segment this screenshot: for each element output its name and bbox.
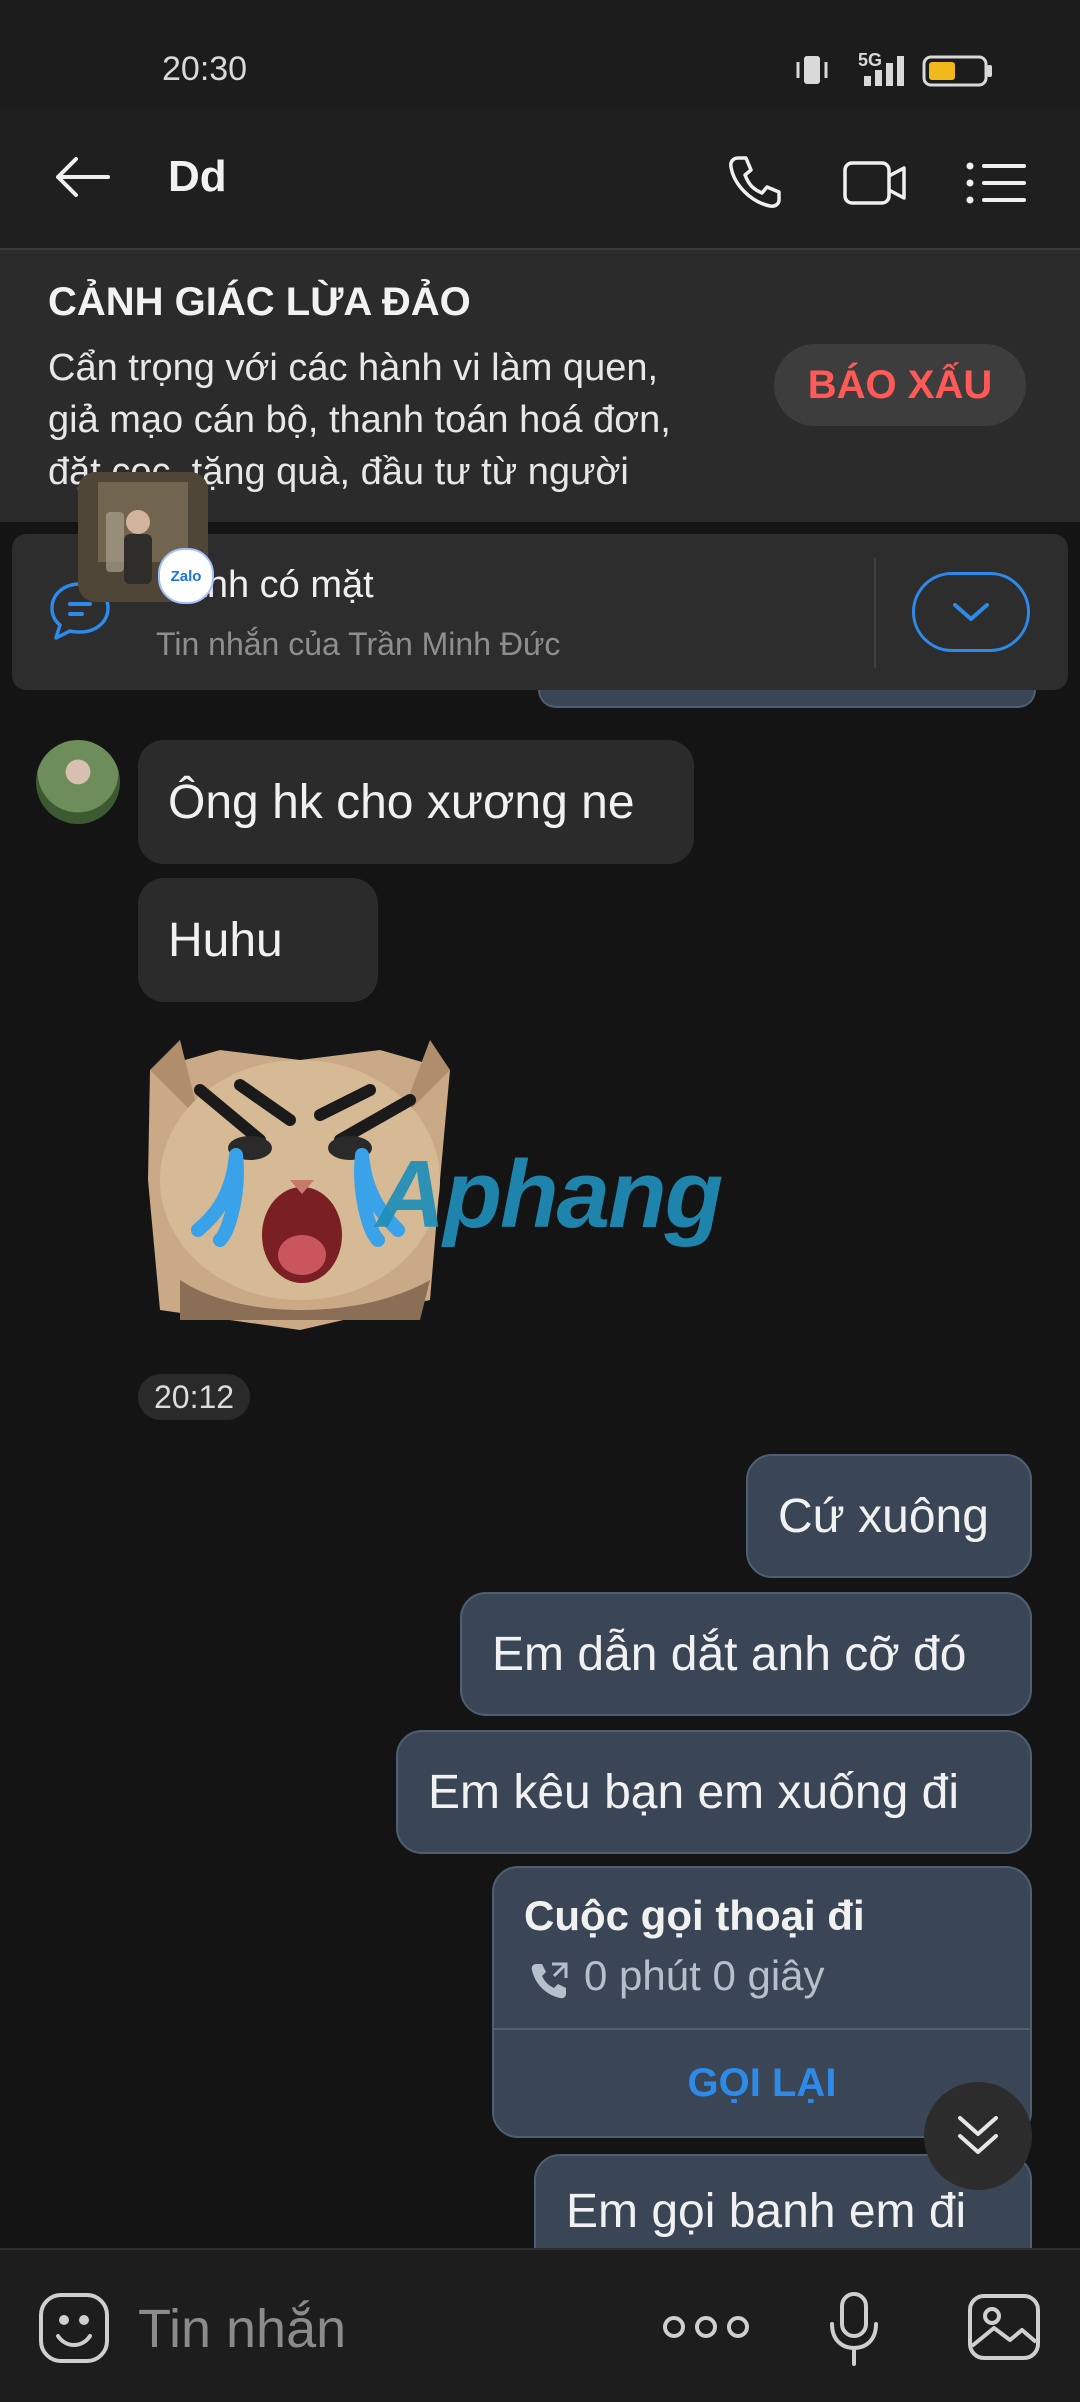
- zalo-badge: Zalo: [158, 548, 214, 604]
- double-chevron-down-icon: [958, 2116, 998, 2154]
- chat-header: Dd: [0, 108, 1080, 250]
- incoming-message[interactable]: Ông hk cho xương ne: [138, 740, 694, 864]
- outgoing-message[interactable]: Em kêu bạn em xuống đi: [396, 1730, 1032, 1854]
- status-bar: 20:30 5G: [0, 0, 1080, 108]
- video-call-icon[interactable]: [842, 158, 908, 208]
- warning-line: giả mạo cán bộ, thanh toán hoá đơn,: [48, 399, 671, 441]
- incoming-message[interactable]: Huhu: [138, 878, 378, 1002]
- call-duration: 0 phút 0 giây: [584, 1952, 825, 1999]
- expand-pinned-button[interactable]: [912, 572, 1030, 652]
- call-title: Cuộc gọi thoại đi: [524, 1892, 865, 1939]
- battery-icon: [922, 55, 992, 87]
- microphone-icon[interactable]: [826, 2290, 882, 2368]
- message-input[interactable]: Tin nhắn: [138, 2298, 346, 2360]
- more-options-icon[interactable]: [660, 2312, 752, 2342]
- partial-message-bubble: [538, 690, 1036, 708]
- scroll-to-bottom-button[interactable]: [924, 2082, 1032, 2190]
- outgoing-call-icon: [531, 1962, 568, 1999]
- chat-title[interactable]: Dd: [168, 152, 227, 202]
- message-input-bar: Tin nhắn: [0, 2248, 1080, 2402]
- divider: [874, 558, 876, 668]
- contact-avatar[interactable]: [36, 740, 120, 824]
- emoji-sticker-icon[interactable]: [36, 2290, 112, 2366]
- warning-line: Cẩn trọng với các hành vi làm quen,: [48, 347, 659, 389]
- chevron-down-icon: [953, 603, 989, 621]
- outgoing-message[interactable]: Em dẫn dắt anh cỡ đó: [460, 1592, 1032, 1716]
- phone-icon[interactable]: [724, 152, 784, 212]
- warning-title: CẢNH GIÁC LỪA ĐẢO: [48, 280, 471, 324]
- outgoing-message[interactable]: Cứ xuông: [746, 1454, 1032, 1578]
- status-time: 20:30: [162, 50, 248, 88]
- timestamp-chip: 20:12: [138, 1374, 251, 1420]
- pinned-message-sender: Tin nhắn của Trần Minh Đức: [156, 626, 561, 662]
- report-button[interactable]: BÁO XẤU: [774, 344, 1026, 426]
- back-arrow-icon[interactable]: [52, 154, 114, 200]
- watermark-text: Aphang: [376, 1141, 723, 1248]
- vibrate-icon: [796, 56, 828, 84]
- image-gallery-icon[interactable]: [966, 2292, 1042, 2362]
- menu-list-icon[interactable]: [964, 160, 1028, 206]
- signal-icon: [864, 56, 904, 86]
